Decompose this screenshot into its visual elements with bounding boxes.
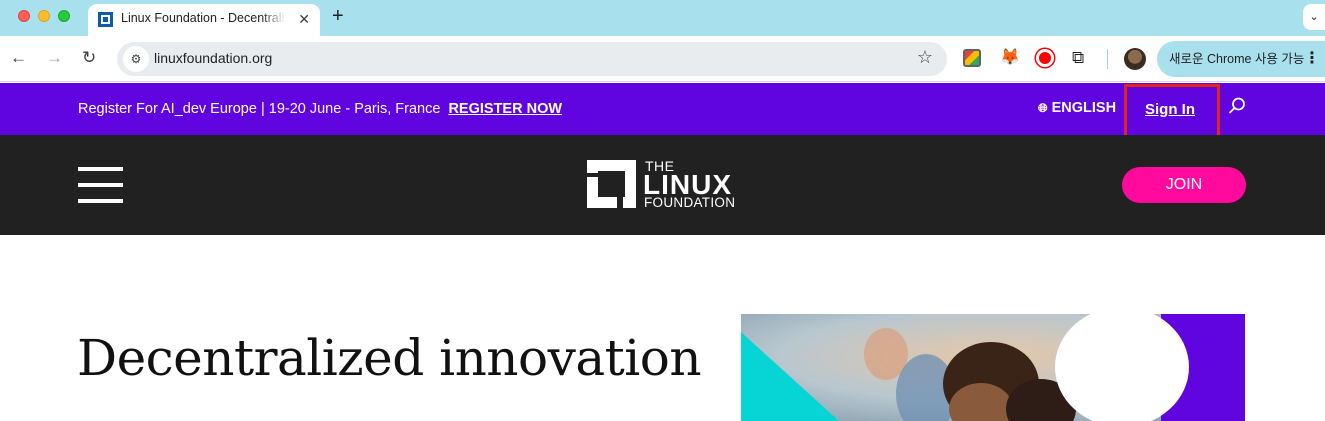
- browser-toolbar: ← → ↻ ⚙ linuxfoundation.org ☆ 🦊 ⧉ 새로운 Ch…: [0, 36, 1325, 82]
- logo-foundation-text: FOUNDATION: [644, 195, 736, 210]
- register-now-link[interactable]: REGISTER NOW: [448, 101, 562, 117]
- join-button[interactable]: JOIN: [1122, 167, 1246, 203]
- globe-icon: 🌐︎: [1038, 101, 1048, 115]
- language-label: ENGLISH: [1051, 100, 1117, 116]
- hero-image: [741, 314, 1245, 421]
- toolbar-divider: [1107, 49, 1108, 69]
- address-bar[interactable]: ⚙ linuxfoundation.org ☆: [117, 42, 947, 76]
- window-zoom-button[interactable]: [58, 10, 70, 22]
- tab-title: Linux Foundation - Decentralized innovat…: [121, 11, 286, 25]
- announcement-text: Register For AI_dev Europe | 19-20 June …: [78, 101, 441, 117]
- hero-heading: Decentralized innovation: [77, 329, 702, 387]
- metamask-fox-icon[interactable]: 🦊: [1000, 49, 1020, 67]
- chrome-update-label: 새로운 Chrome 사용 가능: [1169, 52, 1305, 66]
- new-tab-button[interactable]: +: [332, 5, 344, 27]
- bookmark-star-icon[interactable]: ☆: [917, 47, 933, 68]
- chrome-update-button[interactable]: 새로운 Chrome 사용 가능 ⋮: [1157, 41, 1325, 77]
- profile-avatar[interactable]: [1124, 48, 1146, 70]
- linux-foundation-logo-mark-icon: [587, 160, 636, 208]
- browser-tab[interactable]: Linux Foundation - Decentralized innovat…: [88, 4, 320, 36]
- search-icon[interactable]: [1228, 97, 1246, 120]
- extension-icon[interactable]: [963, 49, 981, 67]
- announcement-bar: Register For AI_dev Europe | 19-20 June …: [0, 83, 1325, 135]
- tab-close-icon[interactable]: ✕: [298, 10, 310, 28]
- language-selector[interactable]: 🌐︎ ENGLISH: [1038, 100, 1116, 116]
- chrome-menu-icon[interactable]: ⋮: [1304, 41, 1320, 77]
- back-icon[interactable]: ←: [10, 48, 27, 68]
- reload-icon[interactable]: ↻: [82, 48, 96, 68]
- announcement-message: Register For AI_dev Europe | 19-20 June …: [78, 101, 562, 117]
- window-close-button[interactable]: [18, 10, 30, 22]
- linux-foundation-logo[interactable]: THE LINUX FOUNDATION: [587, 157, 747, 211]
- window-minimize-button[interactable]: [38, 10, 50, 22]
- site-info-icon[interactable]: ⚙: [123, 46, 149, 72]
- tab-search-button[interactable]: ⌄: [1303, 4, 1325, 30]
- linux-foundation-favicon-icon: [98, 12, 113, 27]
- hamburger-menu-icon[interactable]: [78, 167, 123, 203]
- sign-in-link[interactable]: Sign In: [1145, 101, 1195, 118]
- forward-icon[interactable]: →: [46, 48, 63, 68]
- browser-tab-strip: Linux Foundation - Decentralized innovat…: [0, 0, 1325, 36]
- url-text[interactable]: linuxfoundation.org: [154, 50, 272, 66]
- record-extension-icon[interactable]: [1036, 49, 1054, 67]
- extensions-puzzle-icon[interactable]: ⧉: [1072, 49, 1090, 67]
- main-navigation: THE LINUX FOUNDATION JOIN: [0, 135, 1325, 235]
